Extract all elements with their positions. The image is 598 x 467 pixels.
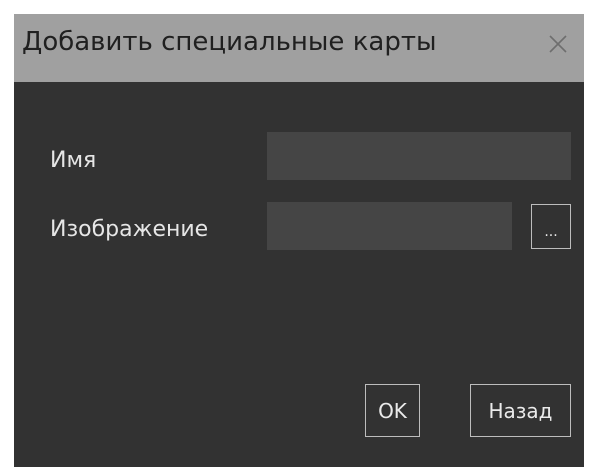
close-icon <box>549 35 567 53</box>
back-button[interactable]: Назад <box>470 384 571 437</box>
title-bar: Добавить специальные карты <box>14 14 584 82</box>
name-field[interactable] <box>267 132 571 180</box>
browse-button[interactable]: ... <box>531 204 571 249</box>
ok-button[interactable]: OK <box>365 384 420 437</box>
add-special-cards-dialog: Добавить специальные карты Имя Изображен… <box>14 14 584 467</box>
name-label: Имя <box>50 148 97 173</box>
close-button[interactable] <box>540 26 576 62</box>
image-path-field[interactable] <box>267 202 512 250</box>
dialog-title: Добавить специальные карты <box>22 27 437 57</box>
image-label: Изображение <box>50 217 209 242</box>
